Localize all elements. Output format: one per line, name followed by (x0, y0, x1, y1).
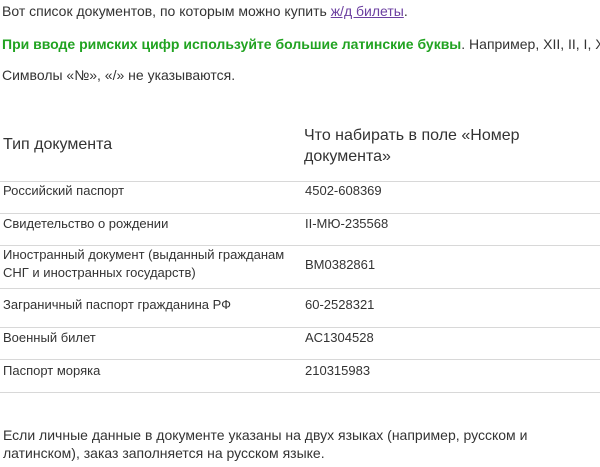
symbols-note: Символы «№», «/» не указываются. (2, 67, 236, 83)
document-type-cell: Паспорт моряка (3, 363, 101, 378)
document-type-cell: Заграничный паспорт гражданина РФ (3, 297, 232, 312)
header-document-number: Что набирать в поле «Номер документа» (304, 127, 520, 165)
table-row-divider (0, 392, 600, 393)
document-number-cell: BM0382861 (305, 257, 376, 272)
table-row-divider (0, 213, 600, 214)
roman-numerals-highlight: При вводе римских цифр используйте больш… (2, 36, 462, 52)
table-row-divider (0, 359, 600, 360)
document-type-cell: Свидетельство о рождении (3, 216, 169, 231)
intro-end: . (403, 3, 408, 19)
document-number-cell: II-МЮ-235568 (305, 216, 389, 231)
intro-text: Вот список документов, по которым можно … (2, 3, 331, 19)
language-note: Если личные данные в документе указаны н… (3, 427, 528, 461)
table-row-divider (0, 288, 600, 289)
header-document-type: Тип документа (3, 136, 113, 153)
intro-paragraph: Вот список документов, по которым можно … (2, 2, 408, 20)
train-tickets-link[interactable]: ж/д билеты (331, 3, 404, 19)
document-number-cell: 4502-608369 (305, 183, 382, 198)
table-row-divider (0, 327, 600, 328)
roman-numerals-note: При вводе римских цифр используйте больш… (2, 35, 600, 53)
document-number-cell: 60-2528321 (305, 297, 375, 312)
document-type-cell: Российский паспорт (3, 183, 125, 198)
document-number-cell: 210315983 (305, 363, 371, 378)
document-number-cell: AC1304528 (305, 330, 374, 345)
document-type-cell: Военный билет (3, 330, 96, 345)
document-type-cell: Иностранный документ (выданный гражданам… (3, 247, 285, 280)
roman-numerals-example: . Например, XII, II, I, X. (461, 36, 600, 52)
